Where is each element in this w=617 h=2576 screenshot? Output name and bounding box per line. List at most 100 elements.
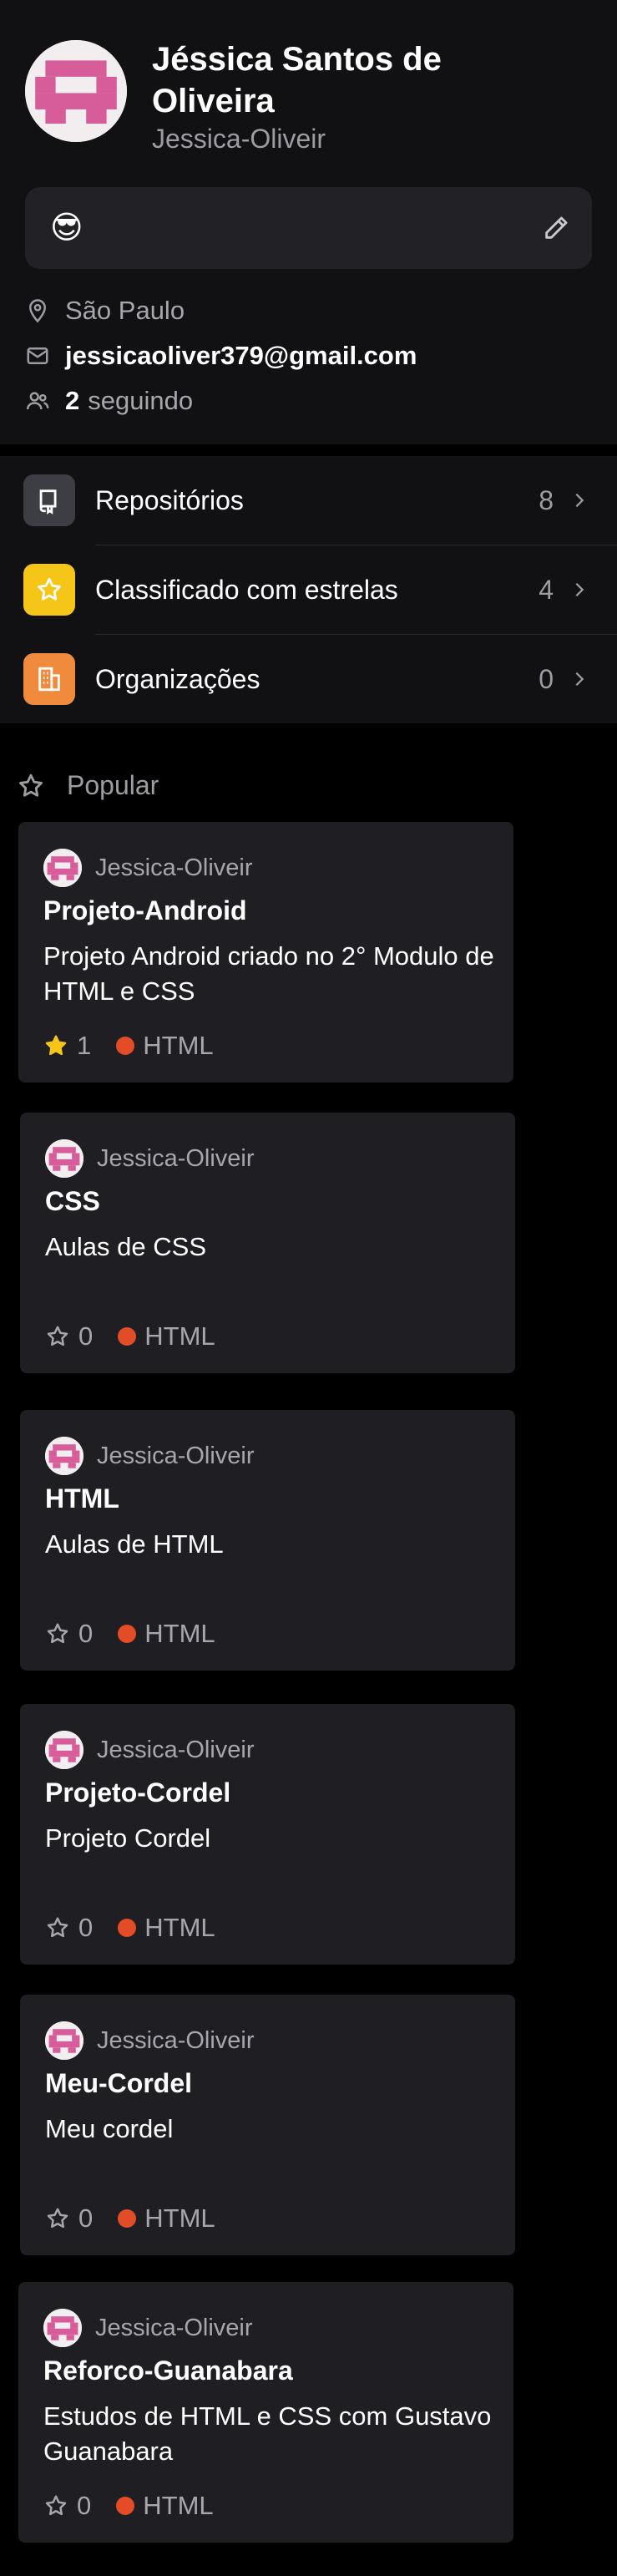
status-emoji: 😎 [50,210,83,246]
profile-name: Jéssica Santos de Oliveira [152,41,442,119]
identicon-avatar [45,2021,83,2060]
menu-count: 8 [539,484,554,515]
menu-label: Classificado com estrelas [95,574,398,605]
repo-owner[interactable]: Jessica-Oliveir [45,1437,255,1475]
menu-count: 4 [539,574,554,605]
repo-description: Projeto Android criado no 2° Modulo de H… [43,941,494,1006]
repo-meta: 1 HTML [43,1031,214,1061]
repo-card[interactable]: Jessica-Oliveir Projeto-Android Projeto … [18,822,513,1083]
email-row[interactable]: jessicaoliver379@gmail.com [25,341,417,371]
repo-language: HTML [144,2203,215,2233]
repo-description: Meu cordel [45,2114,174,2143]
popular-heading: Popular [17,770,159,801]
pencil-icon[interactable] [542,214,570,242]
repo-language: HTML [143,2491,214,2520]
repo-star-count: 0 [78,2203,94,2233]
identicon-avatar [45,1139,83,1178]
menu-label: Organizações [95,663,260,694]
mail-icon [27,347,48,364]
repo-owner-name: Jessica-Oliveir [95,854,253,881]
repo-title[interactable]: Meu-Cordel [45,2068,192,2099]
popular-heading-text: Popular [67,770,159,800]
menu-item-starred[interactable]: Classificado com estrelas 4 [0,545,617,634]
language-color-dot [118,2209,137,2228]
repo-title[interactable]: HTML [45,1483,119,1514]
repo-icon [39,489,57,515]
repo-owner[interactable]: Jessica-Oliveir [45,1731,255,1769]
repo-meta: 0 HTML [45,2203,215,2234]
repo-card[interactable]: Jessica-Oliveir Projeto-Cordel Projeto C… [20,1704,515,1965]
repo-owner[interactable]: Jessica-Oliveir [43,849,253,887]
repo-language: HTML [144,1321,215,1351]
identicon-avatar [45,1437,83,1475]
repo-owner-name: Jessica-Oliveir [97,1736,255,1763]
owner-avatar [45,1139,83,1178]
repo-card[interactable]: Jessica-Oliveir Reforco-Guanabara Estudo… [18,2282,513,2543]
repo-owner-name: Jessica-Oliveir [97,1144,255,1172]
repo-description: Aulas de HTML [45,1529,224,1559]
repo-owner-name: Jessica-Oliveir [97,2026,255,2054]
repo-meta: 0 HTML [45,1321,215,1351]
repo-card[interactable]: Jessica-Oliveir CSS Aulas de CSS 0 HTML [20,1113,515,1373]
language-color-dot [118,1919,137,1937]
identicon-avatar [45,1731,83,1769]
language-color-dot [116,1037,135,1055]
owner-avatar [43,849,82,887]
repo-description: Aulas de CSS [45,1232,206,1261]
owner-avatar [43,2309,82,2347]
language-color-dot [118,1625,137,1643]
owner-avatar [45,1731,83,1769]
repo-owner-name: Jessica-Oliveir [95,2314,253,2341]
repo-description: Projeto Cordel [45,1823,211,1853]
repo-icon-badge [23,474,75,526]
star-icon [38,577,61,601]
following-label: seguindo [88,386,194,415]
people-icon [26,392,49,410]
repo-star-count: 0 [78,1321,94,1351]
repo-title[interactable]: Reforco-Guanabara [43,2355,293,2386]
repo-title[interactable]: CSS [45,1186,100,1217]
repo-description: Estudos de HTML e CSS com Gustavo Guanab… [43,2401,492,2466]
repo-star-count: 0 [78,1913,94,1942]
star-icon [47,1917,68,1938]
star-icon [47,1623,68,1644]
repo-owner[interactable]: Jessica-Oliveir [45,1139,255,1178]
identicon-avatar [43,2309,82,2347]
chevron-right-icon [575,582,584,597]
location-pin-icon [28,299,47,323]
repo-language: HTML [144,1913,215,1942]
menu-item-repositories[interactable]: Repositórios 8 [0,456,617,545]
repo-owner[interactable]: Jessica-Oliveir [45,2021,255,2060]
chevron-right-icon [575,672,584,687]
identicon-avatar [43,849,82,887]
following-row[interactable]: 2 seguindo [25,386,193,416]
repo-meta: 0 HTML [43,2491,214,2521]
repo-language: HTML [144,1619,215,1648]
email-link[interactable]: jessicaoliver379@gmail.com [65,341,417,371]
repo-star-count: 1 [77,1031,92,1060]
menu-item-organizations[interactable]: Organizações 0 [0,635,617,723]
repo-meta: 0 HTML [45,1619,215,1649]
repo-language: HTML [143,1031,214,1060]
profile-header: Jéssica Santos de Oliveira Jessica-Olive… [0,0,617,444]
organization-icon-badge [23,653,75,705]
star-icon [47,2208,68,2229]
identicon-avatar [25,40,127,142]
repo-star-count: 0 [77,2491,92,2520]
repo-card[interactable]: Jessica-Oliveir Meu-Cordel Meu cordel 0 … [20,1995,515,2255]
menu-count: 0 [539,663,554,694]
profile-login: Jessica-Oliveir [152,124,326,154]
organization-icon [38,667,60,692]
repo-title[interactable]: Projeto-Android [43,895,247,926]
menu-label: Repositórios [95,484,244,515]
status-box[interactable]: 😎 [25,187,592,269]
repo-title[interactable]: Projeto-Cordel [45,1777,230,1808]
repo-card[interactable]: Jessica-Oliveir HTML Aulas de HTML 0 HTM… [20,1410,515,1671]
following-count: 2 [65,386,80,415]
language-color-dot [118,1327,137,1346]
owner-avatar [45,1437,83,1475]
star-icon [45,2495,67,2516]
language-color-dot [116,2497,135,2515]
avatar[interactable] [25,40,127,142]
repo-owner[interactable]: Jessica-Oliveir [43,2309,253,2347]
